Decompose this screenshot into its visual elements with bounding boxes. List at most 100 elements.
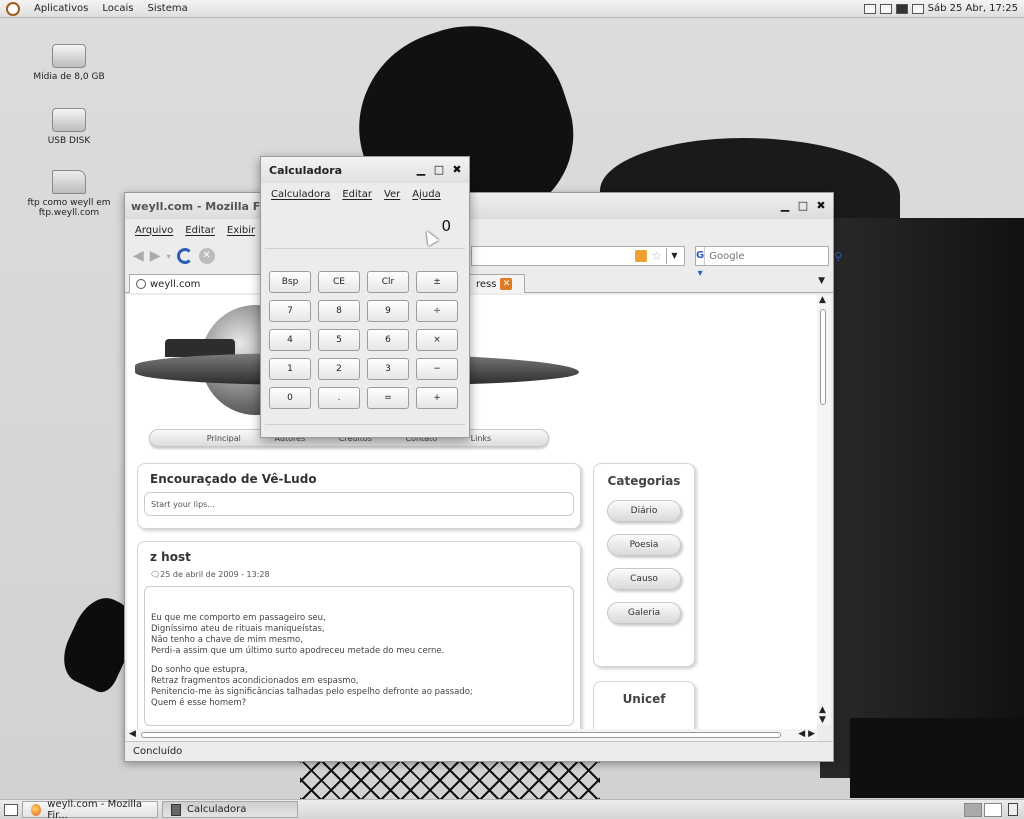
key-7[interactable]: 7 bbox=[269, 300, 311, 322]
horizontal-scrollbar[interactable]: ◀ ◀ ▶ bbox=[127, 729, 817, 741]
scroll-thumb[interactable] bbox=[820, 309, 826, 405]
menu-sistema[interactable]: Sistema bbox=[147, 3, 187, 14]
tab-wordpress[interactable]: ress ✕ bbox=[469, 274, 525, 293]
nav-links[interactable]: Links bbox=[471, 434, 492, 443]
calculator-icon bbox=[171, 803, 181, 816]
clock[interactable]: Sáb 25 Abr, 17:25 bbox=[928, 3, 1018, 14]
task-calculator[interactable]: Calculadora bbox=[162, 801, 298, 818]
key-divide[interactable]: ÷ bbox=[416, 300, 458, 322]
rss-feed-icon[interactable] bbox=[635, 250, 648, 262]
menu-locais[interactable]: Locais bbox=[102, 3, 133, 14]
close-icon[interactable]: ✖ bbox=[451, 164, 463, 176]
globe-icon bbox=[136, 279, 146, 289]
task-firefox[interactable]: weyll.com - Mozilla Fir... bbox=[22, 799, 158, 819]
key-decimal[interactable]: . bbox=[318, 387, 360, 409]
url-dropdown-icon[interactable]: ▼ bbox=[666, 248, 682, 264]
category-poesia[interactable]: Poesia bbox=[607, 534, 681, 556]
menu-ajuda[interactable]: Ajuda bbox=[412, 189, 440, 200]
key-clear[interactable]: Clr bbox=[367, 271, 409, 293]
key-plus[interactable]: + bbox=[416, 387, 458, 409]
key-0[interactable]: 0 bbox=[269, 387, 311, 409]
ubuntu-logo-icon[interactable] bbox=[6, 1, 20, 16]
calculator-titlebar[interactable]: Calculadora ▁ □ ✖ bbox=[261, 157, 469, 183]
key-3[interactable]: 3 bbox=[367, 358, 409, 380]
desktop-icon-media[interactable]: Mídia de 8,0 GB bbox=[14, 44, 124, 82]
category-causo[interactable]: Causo bbox=[607, 568, 681, 590]
back-icon[interactable]: ◀ bbox=[133, 248, 144, 264]
nav-principal[interactable]: Principal bbox=[207, 434, 241, 443]
firefox-icon bbox=[31, 803, 42, 816]
key-5[interactable]: 5 bbox=[318, 329, 360, 351]
menu-editar[interactable]: Editar bbox=[185, 225, 215, 236]
maximize-icon[interactable]: □ bbox=[797, 200, 809, 212]
scroll-left-icon[interactable]: ◀ bbox=[129, 729, 136, 739]
key-minus[interactable]: − bbox=[416, 358, 458, 380]
post-date: 🗨25 de abril de 2009 - 13:28 bbox=[150, 570, 270, 579]
menu-exibir[interactable]: Exibir bbox=[227, 225, 255, 236]
key-plus-minus[interactable]: ± bbox=[416, 271, 458, 293]
navigation-toolbar: ◀ ▶ ▾ ✕ ☆ ▼ G ▾ ⚲ bbox=[125, 241, 842, 279]
scroll-right-icon[interactable]: ◀ ▶ bbox=[798, 729, 815, 739]
volume-icon[interactable] bbox=[911, 3, 924, 14]
search-input[interactable] bbox=[705, 250, 835, 262]
maximize-icon[interactable]: □ bbox=[433, 164, 445, 176]
key-clear-entry[interactable]: CE bbox=[318, 271, 360, 293]
network-icon[interactable] bbox=[879, 3, 892, 14]
hscroll-thumb[interactable] bbox=[141, 732, 781, 738]
blog-title[interactable]: Encouraçado de Vê-Ludo bbox=[150, 472, 317, 486]
category-galeria[interactable]: Galeria bbox=[607, 602, 681, 624]
mail-icon[interactable] bbox=[863, 3, 876, 14]
menu-calculadora[interactable]: Calculadora bbox=[271, 189, 330, 200]
minimize-icon[interactable]: ▁ bbox=[779, 200, 791, 212]
menu-ver[interactable]: Ver bbox=[384, 189, 400, 200]
poem-line: Não tenho a chave de mim mesmo, bbox=[151, 635, 303, 645]
desktop-icon-ftp[interactable]: ftp como weyll em ftp.weyll.com bbox=[14, 170, 124, 218]
key-6[interactable]: 6 bbox=[367, 329, 409, 351]
menu-editar[interactable]: Editar bbox=[342, 189, 372, 200]
minimize-icon[interactable]: ▁ bbox=[415, 164, 427, 176]
calculator-display: 0 bbox=[265, 205, 465, 249]
trash-icon[interactable] bbox=[1008, 803, 1018, 816]
tab-weyll[interactable]: weyll.com bbox=[129, 274, 269, 293]
google-engine-icon[interactable]: G ▾ bbox=[696, 247, 706, 279]
scroll-down-icon[interactable]: ▲ ▼ bbox=[819, 705, 826, 725]
key-9[interactable]: 9 bbox=[367, 300, 409, 322]
vertical-scrollbar[interactable]: ▲ ▲ ▼ bbox=[817, 295, 831, 725]
key-backspace[interactable]: Bsp bbox=[269, 271, 311, 293]
workspace-2[interactable] bbox=[984, 802, 1002, 817]
calculator-keypad: Bsp CE Clr ± 7 8 9 ÷ 4 5 6 × 1 2 3 − 0 .… bbox=[261, 271, 469, 409]
bottom-panel: weyll.com - Mozilla Fir... Calculadora bbox=[0, 799, 1024, 819]
tab-list-icon[interactable]: ▼ bbox=[818, 276, 825, 286]
menu-arquivo[interactable]: Arquivo bbox=[135, 225, 173, 236]
key-equals[interactable]: = bbox=[367, 387, 409, 409]
workspace-switcher bbox=[964, 802, 1002, 817]
forward-icon[interactable]: ▶ bbox=[150, 248, 161, 264]
desktop-icon-usb[interactable]: USB DISK bbox=[14, 108, 124, 146]
unicef-box: Unicef bbox=[593, 681, 695, 735]
key-2[interactable]: 2 bbox=[318, 358, 360, 380]
scroll-up-icon[interactable]: ▲ bbox=[819, 295, 826, 305]
stop-icon[interactable]: ✕ bbox=[198, 248, 215, 264]
url-bar[interactable]: ☆ ▼ bbox=[471, 246, 685, 266]
search-magnifier-icon[interactable]: ⚲ bbox=[834, 250, 842, 263]
post-title[interactable]: z host bbox=[150, 550, 191, 564]
reload-icon[interactable] bbox=[176, 248, 193, 264]
history-dropdown-icon[interactable]: ▾ bbox=[167, 252, 171, 261]
key-multiply[interactable]: × bbox=[416, 329, 458, 351]
tab-close-icon[interactable]: ✕ bbox=[500, 278, 513, 290]
key-4[interactable]: 4 bbox=[269, 329, 311, 351]
display-icon[interactable] bbox=[895, 3, 908, 14]
key-1[interactable]: 1 bbox=[269, 358, 311, 380]
close-icon[interactable]: ✖ bbox=[815, 200, 827, 212]
menu-aplicativos[interactable]: Aplicativos bbox=[34, 3, 88, 14]
top-panel: Aplicativos Locais Sistema Sáb 25 Abr, 1… bbox=[0, 0, 1024, 18]
category-diario[interactable]: Diário bbox=[607, 500, 681, 522]
firefox-titlebar[interactable]: weyll.com - Mozilla Fir ▁ □ ✖ bbox=[125, 193, 833, 219]
key-8[interactable]: 8 bbox=[318, 300, 360, 322]
bookmark-star-icon[interactable]: ☆ bbox=[651, 249, 662, 263]
wallpaper-body-shape bbox=[820, 218, 1024, 778]
poem-line: Perdi-a assim que um último surto apodre… bbox=[151, 646, 445, 656]
workspace-1[interactable] bbox=[964, 802, 982, 817]
calculator-menubar: Calculadora Editar Ver Ajuda bbox=[261, 183, 469, 205]
show-desktop-icon[interactable] bbox=[4, 803, 18, 816]
